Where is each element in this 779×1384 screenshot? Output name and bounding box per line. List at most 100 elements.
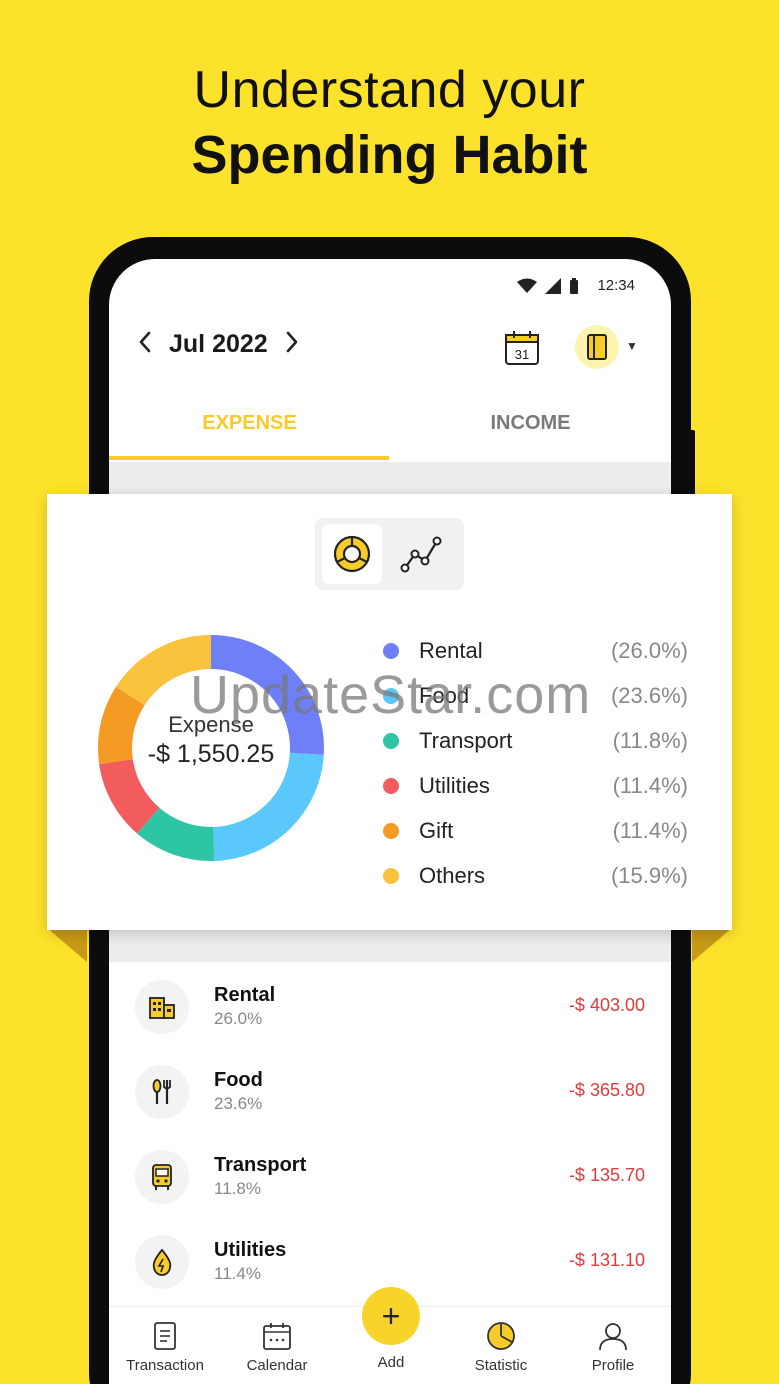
bus-icon (152, 1164, 172, 1190)
category-pct: 11.8% (214, 1179, 261, 1198)
category-amount: -$ 135.70 (568, 1165, 645, 1185)
wifi-icon (517, 278, 537, 293)
donut-chart-icon (333, 535, 371, 573)
headline-line-1: Understand your (193, 61, 586, 119)
profile-icon (558, 1319, 668, 1353)
nav-add-label: Add (377, 1354, 405, 1371)
signal-icon (545, 278, 561, 294)
legend-dot (383, 867, 399, 884)
card-fold-left (47, 928, 87, 962)
category-pct: 26.0% (214, 1009, 263, 1028)
headline-line-2: Spending Habit (191, 125, 588, 185)
line-chart-icon (400, 536, 442, 573)
list-item[interactable]: Food 23.6% -$ 365.80 (109, 1049, 671, 1134)
nav-transaction-label: Transaction (126, 1357, 204, 1374)
line-chart-toggle[interactable] (391, 524, 451, 584)
list-item[interactable]: Transport 11.8% -$ 135.70 (109, 1134, 671, 1219)
calendar-button[interactable]: 31 (503, 329, 541, 367)
legend-dot (383, 822, 399, 839)
legend-dot (383, 777, 399, 794)
nav-profile[interactable]: Profile (558, 1319, 668, 1374)
cutlery-icon (152, 1079, 171, 1104)
legend-name: Others (419, 862, 486, 888)
donut-center-label: Expense -$ 1,550.25 (97, 712, 325, 769)
category-icon-container (135, 1150, 189, 1204)
chevron-left-icon (139, 331, 151, 353)
donut-slice-transport (137, 807, 215, 861)
category-name: Food (214, 1069, 263, 1091)
legend-dot (383, 642, 399, 659)
chart-type-toggle (315, 518, 464, 590)
nav-statistic[interactable]: Statistic (446, 1319, 556, 1374)
water-drop-icon (152, 1248, 172, 1276)
legend-dot (383, 687, 399, 704)
category-icon-container (135, 1235, 189, 1289)
card-fold-right (692, 928, 732, 962)
legend-name: Gift (419, 817, 454, 843)
legend-item-utilities: Utilities (11.4%) (383, 763, 688, 808)
tab-expense[interactable]: EXPENSE (109, 399, 390, 461)
donut-amount: -$ 1,550.25 (147, 740, 275, 768)
next-month-button[interactable] (282, 329, 302, 360)
phone-side-button (687, 430, 695, 500)
legend-item-transport: Transport (11.8%) (383, 718, 688, 763)
category-name: Transport (214, 1154, 307, 1176)
legend-item-others: Others (15.9%) (383, 853, 688, 898)
legend-name: Rental (419, 637, 483, 663)
legend-item-rental: Rental (26.0%) (383, 628, 688, 673)
legend-pct: (26.0%) (610, 637, 688, 663)
status-icons (517, 278, 579, 294)
chevron-right-icon (286, 331, 297, 353)
caret-down-icon[interactable]: ▼ (626, 339, 638, 353)
chart-card: Expense -$ 1,550.25 Rental (26.0%) Food … (47, 494, 732, 930)
tab-income[interactable]: INCOME (390, 399, 671, 461)
legend-dot (383, 732, 399, 749)
list-item[interactable]: Rental 26.0% -$ 403.00 (109, 964, 671, 1049)
prev-month-button[interactable] (135, 329, 155, 360)
category-list: Rental 26.0% -$ 403.00 Food 23.6% -$ 365… (109, 964, 671, 1304)
legend-name: Food (419, 682, 470, 708)
nav-transaction[interactable]: Transaction (110, 1319, 220, 1374)
nav-statistic-label: Statistic (474, 1357, 528, 1374)
category-amount: -$ 403.00 (568, 995, 645, 1015)
donut-slice-others (116, 635, 212, 706)
category-name: Rental (214, 984, 276, 1006)
donut-label: Expense (168, 712, 254, 737)
legend-pct: (11.4%) (612, 817, 688, 843)
month-navigator: Jul 2022 (135, 329, 302, 360)
legend-pct: (23.6%) (610, 682, 688, 708)
category-icon-container (135, 1065, 189, 1119)
legend-item-gift: Gift (11.4%) (383, 808, 688, 853)
donut-slice-utilities (99, 758, 160, 834)
type-tabs: EXPENSE INCOME (109, 399, 671, 461)
promo-headline: Understand your Spending Habit (0, 58, 779, 188)
legend-pct: (15.9%) (610, 862, 688, 888)
legend-pct: (11.4%) (612, 772, 688, 798)
calendar-day: 31 (515, 347, 529, 362)
status-time: 12:34 (597, 277, 635, 294)
active-tab-indicator (109, 456, 389, 460)
category-pct: 11.4% (214, 1264, 261, 1283)
building-icon (149, 997, 175, 1019)
donut-chart-toggle[interactable] (322, 524, 382, 584)
current-month: Jul 2022 (169, 330, 268, 358)
add-button[interactable]: + (362, 1287, 420, 1345)
nav-profile-label: Profile (591, 1357, 635, 1374)
category-amount: -$ 365.80 (568, 1080, 645, 1100)
category-name: Utilities (214, 1239, 287, 1261)
category-amount: -$ 131.10 (568, 1250, 645, 1270)
status-bar: 12:34 (109, 259, 671, 313)
wallet-selector[interactable] (575, 325, 619, 369)
legend-pct: (11.8%) (612, 727, 688, 753)
battery-icon (570, 278, 578, 294)
legend-name: Utilities (419, 772, 490, 798)
statistic-icon (446, 1319, 556, 1353)
nav-calendar-label: Calendar (246, 1357, 308, 1374)
category-icon-container (135, 980, 189, 1034)
calendar-icon: 31 (505, 331, 539, 365)
nav-calendar[interactable]: Calendar (222, 1319, 332, 1374)
transaction-icon (110, 1319, 220, 1353)
calendar-icon (222, 1319, 332, 1353)
category-pct: 23.6% (214, 1094, 263, 1113)
plus-icon: + (381, 1297, 401, 1334)
